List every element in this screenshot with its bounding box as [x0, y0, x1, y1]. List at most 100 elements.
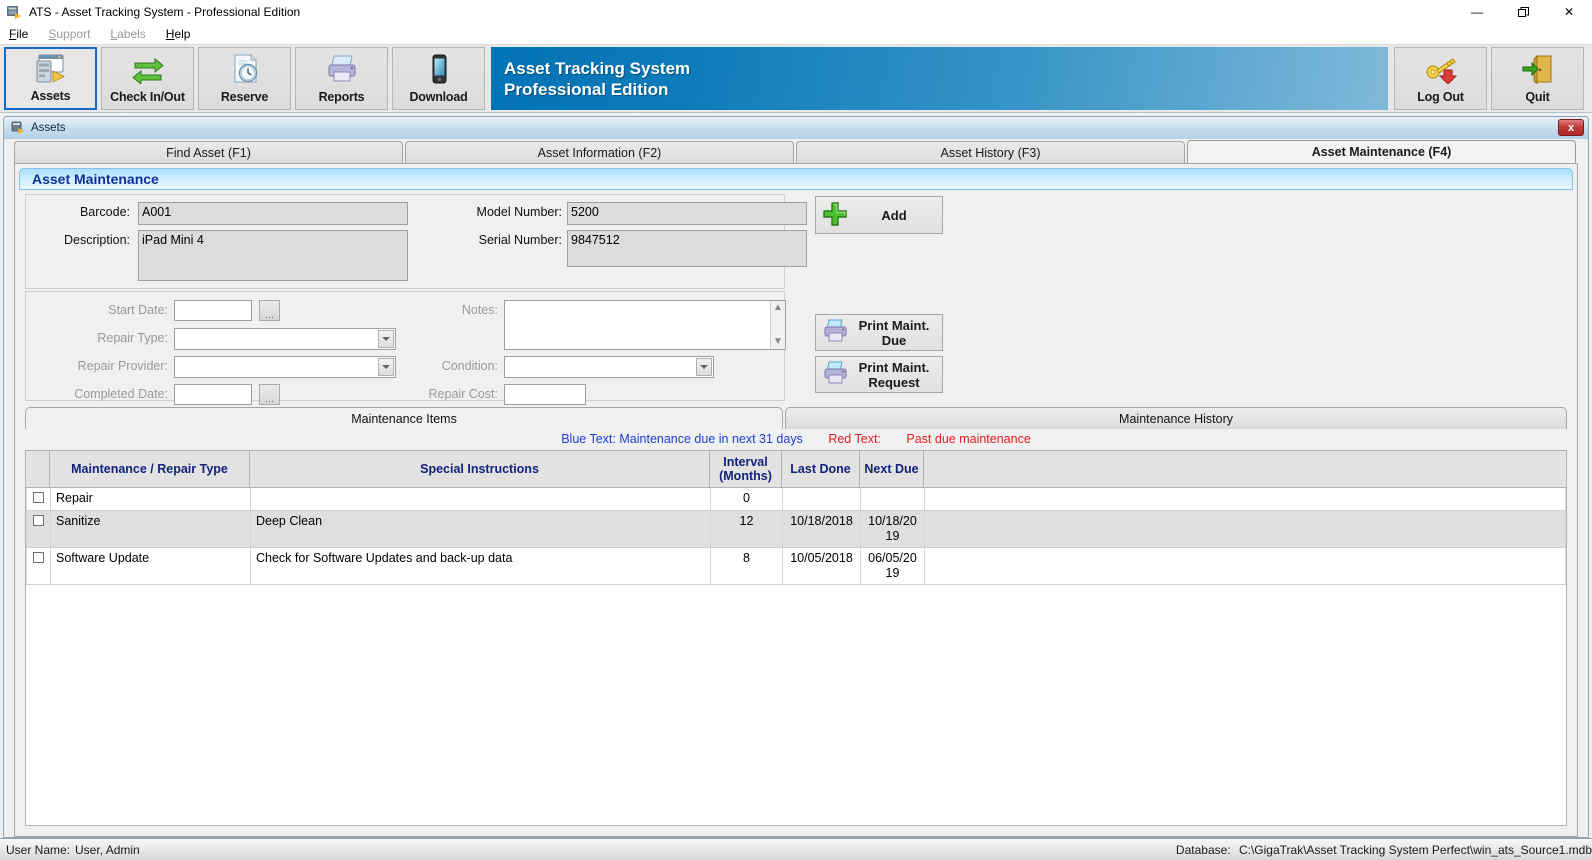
serial-number-field[interactable]: 9847512 [567, 230, 807, 267]
repair-details-group: Start Date: ... Repair Type: Repair Prov… [25, 291, 786, 405]
assets-window-close-button[interactable]: x [1558, 119, 1584, 136]
tab-maintenance-items[interactable]: Maintenance Items [25, 407, 784, 429]
add-button-label: Add [881, 207, 907, 223]
description-field[interactable]: iPad Mini 4 [138, 230, 408, 281]
cell-maintenance-type: Repair [50, 488, 251, 511]
barcode-label: Barcode: [79, 205, 130, 219]
legend-red-text: Past due maintenance [906, 432, 1031, 446]
col-next-due[interactable]: Next Due [859, 450, 924, 488]
toolbar-button-assets[interactable]: Assets [4, 47, 97, 110]
log-out-icon [1395, 48, 1486, 90]
row-checkbox[interactable] [33, 492, 44, 503]
cell-filler [924, 547, 1566, 585]
start-date-browse-button[interactable]: ... [259, 300, 280, 321]
toolbar-button-quit[interactable]: Quit [1491, 47, 1584, 110]
toolbar-button-log-out[interactable]: Log Out [1394, 47, 1487, 110]
assets-window-icon [11, 121, 25, 135]
repair-cost-input[interactable] [504, 384, 586, 405]
minimize-button[interactable]: — [1454, 0, 1500, 24]
assets-window-title-bar: Assets x [4, 117, 1588, 139]
menu-item-support[interactable]: Support [48, 27, 90, 41]
serial-number-label: Serial Number: [478, 233, 562, 247]
condition-select[interactable] [504, 356, 714, 378]
col-select[interactable] [25, 450, 50, 488]
model-number-field[interactable]: 5200 [567, 202, 807, 225]
menu-item-help[interactable]: Help [166, 27, 191, 41]
col-maintenance-type[interactable]: Maintenance / Repair Type [49, 450, 250, 488]
tab-find-asset[interactable]: Find Asset (F1) [14, 141, 403, 163]
tab-asset-history[interactable]: Asset History (F3) [796, 141, 1185, 163]
row-checkbox-cell[interactable] [26, 510, 51, 548]
legend: Blue Text: Maintenance due in next 31 da… [25, 429, 1567, 450]
completed-date-input[interactable] [174, 384, 252, 405]
print-maint-request-button[interactable]: Print Maint. Request [815, 356, 943, 393]
toolbar-button-reports[interactable]: Reports [295, 47, 388, 110]
brand-line-2: Professional Edition [504, 79, 669, 99]
cell-last-done [782, 488, 861, 511]
maintenance-grid: Maintenance / Repair Type Special Instru… [25, 450, 1567, 826]
tab-asset-information[interactable]: Asset Information (F2) [405, 141, 794, 163]
start-date-input[interactable] [174, 300, 252, 321]
asset-tab-strip: Find Asset (F1) Asset Information (F2) A… [4, 139, 1588, 163]
tab-asset-maintenance[interactable]: Asset Maintenance (F4) [1187, 140, 1576, 163]
toolbar-button-download[interactable]: Download [392, 47, 485, 110]
cell-special-instructions: Deep Clean [250, 510, 711, 548]
cell-next-due: 06/05/2019 [860, 547, 925, 585]
maintenance-section: Maintenance Items Maintenance History Bl… [25, 407, 1567, 826]
completed-date-browse-button[interactable]: ... [259, 384, 280, 405]
table-row[interactable]: Software Update Check for Software Updat… [26, 547, 1566, 585]
maintenance-grid-body[interactable]: Repair 0 Sanitize Deep Clean 12 10/18/20… [25, 488, 1567, 826]
menu-item-labels[interactable]: Labels [110, 27, 145, 41]
chevron-down-icon[interactable] [378, 330, 394, 348]
col-interval[interactable]: Interval (Months) [709, 450, 782, 488]
print-maint-request-label: Print Maint. Request [858, 359, 930, 390]
brand-line-1: Asset Tracking System [504, 58, 691, 78]
brand-banner: Asset Tracking System Professional Editi… [491, 47, 1388, 110]
page-title: Asset Maintenance [32, 171, 159, 187]
print-maint-due-button[interactable]: Print Maint. Due [815, 314, 943, 351]
col-last-done[interactable]: Last Done [781, 450, 860, 488]
reports-icon [296, 48, 387, 90]
close-button[interactable]: ✕ [1546, 0, 1592, 24]
row-checkbox[interactable] [33, 552, 44, 563]
cell-special-instructions [250, 488, 711, 511]
repair-provider-select[interactable] [174, 356, 396, 378]
table-row[interactable]: Repair 0 [26, 488, 1566, 511]
chevron-down-icon[interactable] [696, 358, 712, 376]
notes-scrollbar[interactable]: ▲ ▼ [770, 301, 785, 349]
assets-child-window: Assets x Find Asset (F1) Asset Informati… [3, 116, 1589, 838]
row-checkbox[interactable] [33, 515, 44, 526]
add-button[interactable]: Add [815, 196, 943, 234]
barcode-field[interactable]: A001 [138, 202, 408, 225]
repair-type-select[interactable] [174, 328, 396, 350]
printer-icon [822, 361, 852, 388]
row-checkbox-cell[interactable] [26, 488, 51, 511]
repair-type-value [175, 329, 179, 343]
start-date-label: Start Date: [108, 303, 168, 317]
toolbar-button-check-in-out[interactable]: Check In/Out [101, 47, 194, 110]
quit-icon [1492, 48, 1583, 90]
legend-blue-key: Blue Text: [561, 432, 616, 446]
window-title: ATS - Asset Tracking System - Profession… [29, 5, 301, 19]
row-checkbox-cell[interactable] [26, 547, 51, 585]
notes-textarea[interactable]: ▲ ▼ [504, 300, 786, 350]
toolbar-button-quit-label: Quit [1525, 90, 1550, 104]
tab-maintenance-history[interactable]: Maintenance History [785, 407, 1567, 429]
col-filler [923, 450, 1567, 488]
asset-info-group: Barcode: A001 Description: iPad Mini 4 M… [25, 194, 807, 289]
toolbar-button-check-in-out-label: Check In/Out [110, 90, 185, 104]
menu-bar: File Support Labels Help [0, 24, 1592, 44]
table-row[interactable]: Sanitize Deep Clean 12 10/18/2018 10/18/… [26, 510, 1566, 548]
cell-interval: 0 [710, 488, 783, 511]
window-controls: — ✕ [1454, 0, 1592, 24]
toolbar-button-assets-label: Assets [30, 89, 71, 103]
scroll-down-icon[interactable]: ▼ [773, 337, 783, 347]
legend-blue-text: Maintenance due in next 31 days [619, 432, 803, 446]
menu-item-file[interactable]: File [9, 27, 28, 41]
scroll-up-icon[interactable]: ▲ [773, 303, 783, 313]
toolbar-button-reserve[interactable]: Reserve [198, 47, 291, 110]
toolbar-button-download-label: Download [409, 90, 468, 104]
restore-button[interactable] [1500, 0, 1546, 24]
plus-icon [822, 201, 852, 230]
col-special-instructions[interactable]: Special Instructions [249, 450, 710, 488]
